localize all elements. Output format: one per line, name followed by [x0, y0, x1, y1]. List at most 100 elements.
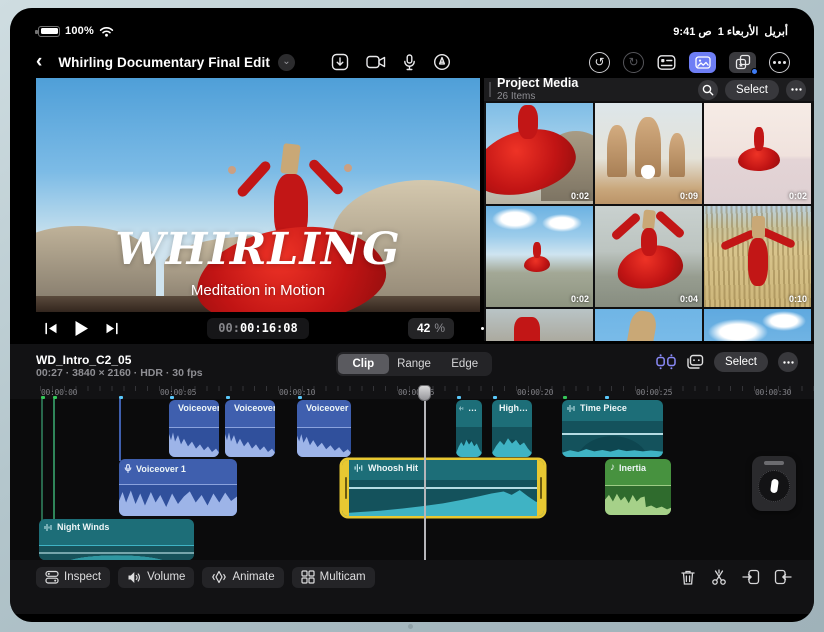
waveform-icon	[44, 523, 52, 531]
volume-button[interactable]: Volume	[118, 566, 195, 588]
media-thumbnail[interactable]	[595, 309, 702, 341]
clip-duration: 0:09	[679, 191, 698, 201]
project-media-panel: Project Media 26 Items Select 0:02 0:09 …	[484, 76, 814, 341]
media-thumbnail[interactable]: 0:02	[704, 103, 811, 204]
segment-clip[interactable]: Clip	[338, 354, 389, 374]
media-browser-button[interactable]	[689, 51, 716, 73]
clip-duration: 0:10	[788, 294, 807, 304]
timeline-section: WD_Intro_C2_05 00:27 · 3840 × 2160 · HDR…	[10, 344, 814, 614]
inspect-button[interactable]: Inspect	[36, 566, 111, 588]
edit-mode-segmented-control: Clip Range Edge	[336, 352, 492, 376]
timeline-clip-voiceover2b[interactable]: Voiceover 2	[225, 400, 275, 457]
inspect-icon	[45, 570, 59, 584]
record-video-button[interactable]	[366, 55, 386, 69]
media-thumbnail[interactable]	[704, 309, 811, 341]
timeline-footer: Inspect Volume Animate Multicam	[10, 560, 814, 594]
overlay-icon[interactable]	[686, 354, 704, 370]
figure-hand	[228, 166, 236, 174]
title-chevron-button[interactable]: ⌄	[277, 53, 295, 71]
media-search-button[interactable]	[698, 79, 719, 100]
media-thumbnail[interactable]	[486, 309, 593, 341]
media-thumbnail[interactable]: 0:04	[595, 206, 702, 307]
multicam-icon	[301, 570, 315, 584]
play-button[interactable]	[74, 320, 89, 337]
figure-hand	[344, 164, 352, 172]
date-day: الأربعاء 1	[717, 26, 759, 38]
effects-badge	[751, 67, 758, 75]
record-voiceover-button[interactable]	[403, 53, 416, 71]
overwrite-button[interactable]	[774, 569, 792, 586]
multicam-button[interactable]: Multicam	[291, 566, 375, 588]
jog-handle[interactable]	[764, 461, 784, 465]
timeline-clip-sfx[interactable]: …	[456, 400, 482, 457]
trim-handle-right[interactable]	[537, 460, 544, 516]
zoom-level-button[interactable]: 42%	[408, 317, 454, 339]
transport-bar: 00: 00:16:08 42%	[36, 312, 489, 344]
undo-button[interactable]: ↺	[589, 51, 610, 73]
inspector-toggle-button[interactable]	[657, 54, 676, 71]
waveform-icon	[567, 404, 575, 412]
import-button[interactable]	[331, 53, 349, 71]
music-note-icon: ♪	[610, 462, 615, 473]
timeline-clip-voiceover1[interactable]: Voiceover 1	[119, 459, 237, 516]
waveform-icon	[354, 464, 363, 472]
playhead[interactable]	[424, 399, 426, 560]
animate-icon	[212, 570, 227, 584]
effects-library-button[interactable]	[729, 51, 758, 75]
trim-handle-left[interactable]	[342, 460, 349, 516]
timeline-clip-meta: 00:27 · 3840 × 2160 · HDR · 30 fps	[36, 366, 203, 379]
panel-divider	[489, 82, 491, 97]
viewer-title-text: WHIRLING	[115, 224, 401, 275]
jog-wheel[interactable]	[752, 456, 796, 511]
media-thumbnail[interactable]: 0:09	[595, 103, 702, 204]
delete-button[interactable]	[680, 569, 696, 586]
waveform-icon	[459, 406, 464, 410]
bezel-dot	[408, 624, 413, 629]
timeline-clip-inertia[interactable]: ♪ Inertia	[605, 459, 671, 515]
pencil-tools-button[interactable]	[433, 53, 451, 71]
blade-button[interactable]	[710, 568, 728, 586]
connect-clips-icon[interactable]	[656, 354, 676, 370]
insert-button[interactable]	[742, 569, 760, 586]
top-toolbar: ‹ Whirling Documentary Final Edit ⌄ ↺ ↻	[36, 50, 790, 75]
volume-icon	[128, 571, 141, 583]
mic-icon	[124, 464, 132, 474]
media-more-button[interactable]	[786, 79, 806, 100]
skip-back-button[interactable]	[44, 322, 58, 335]
animate-button[interactable]: Animate	[202, 566, 284, 588]
timecode-display[interactable]: 00: 00:16:08	[207, 317, 309, 339]
segment-edge[interactable]: Edge	[439, 354, 490, 374]
timeline-clip-high[interactable]: High…	[492, 400, 532, 457]
media-panel-count: 26 Items	[497, 90, 536, 102]
timeline-clip-time-piece[interactable]: Time Piece	[562, 400, 663, 457]
project-title: Whirling Documentary Final Edit	[58, 54, 270, 70]
timeline-clip-night-winds[interactable]: Night Winds	[39, 519, 194, 560]
timeline-select-button[interactable]: Select	[714, 352, 768, 372]
timeline-ruler[interactable]: 00:00:00 00:00:05 00:00:10 00:00:15 00:0…	[10, 386, 814, 399]
skip-forward-button[interactable]	[105, 322, 119, 335]
jog-dial[interactable]	[758, 470, 790, 502]
timeline-clip-voiceover2[interactable]: Voiceover 2	[169, 400, 219, 457]
more-options-button[interactable]	[769, 51, 790, 73]
media-thumbnail[interactable]: 0:02	[486, 206, 593, 307]
playhead-handle[interactable]	[418, 385, 431, 401]
media-grid: 0:02 0:09 0:02 0:02 0:04 0:10	[486, 103, 812, 341]
back-button[interactable]: ‹	[36, 52, 42, 72]
viewer[interactable]: WHIRLING Meditation in Motion	[36, 78, 480, 312]
media-select-button[interactable]: Select	[725, 79, 779, 100]
timeline-clip-whoosh-hit[interactable]: Whoosh Hit	[342, 460, 544, 516]
grid-line	[119, 399, 121, 461]
media-thumbnail[interactable]: 0:10	[704, 206, 811, 307]
timeline-clip-title: WD_Intro_C2_05	[36, 352, 132, 367]
clip-duration: 0:02	[570, 294, 589, 304]
timeline-clip-voiceover3[interactable]: Voiceover 3	[297, 400, 351, 457]
timeline-more-button[interactable]	[778, 352, 798, 372]
redo-button[interactable]: ↻	[623, 51, 644, 73]
screen: 100% 9:41 ص الأربعاء 1 أبريل ‹ Whirling …	[10, 8, 814, 622]
media-panel-title: Project Media	[497, 76, 579, 91]
media-panel-header: Project Media 26 Items Select	[484, 76, 814, 102]
ipad-device: 100% 9:41 ص الأربعاء 1 أبريل ‹ Whirling …	[0, 0, 824, 632]
segment-range[interactable]: Range	[389, 354, 440, 374]
media-thumbnail[interactable]: 0:02	[486, 103, 593, 204]
timeline-tracks[interactable]: Voiceover 2 Voiceover 2 Voiceover 3 …	[10, 399, 814, 560]
